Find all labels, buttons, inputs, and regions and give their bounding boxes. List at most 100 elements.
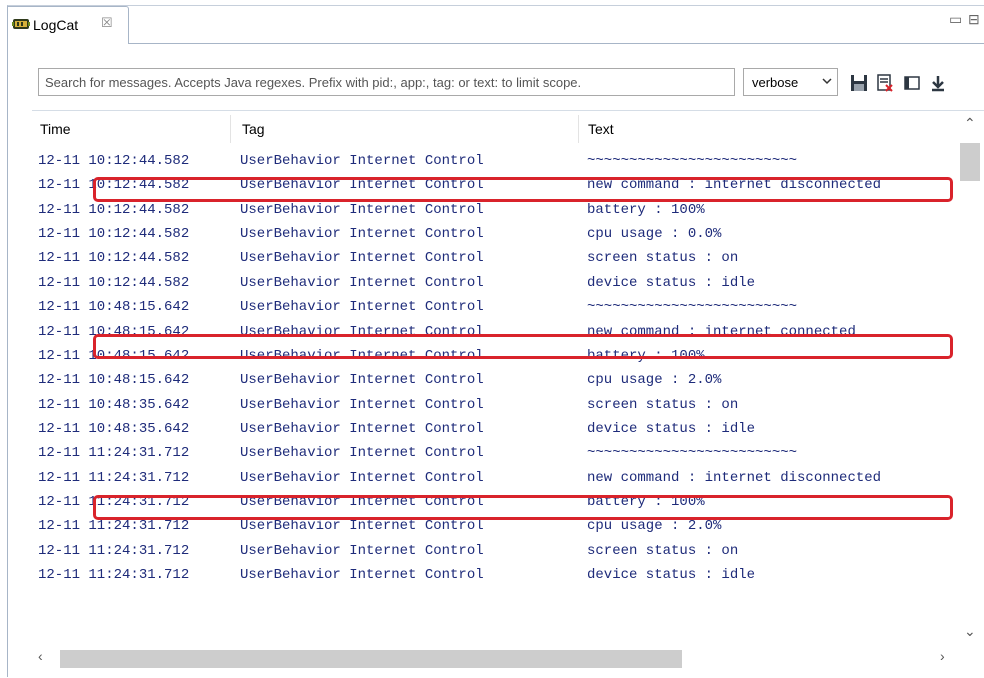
cell-text: battery : 100% xyxy=(587,494,705,511)
cell-tag: UserBehavior Internet Control xyxy=(240,494,484,511)
cell-time: 12-11 11:24:31.712 xyxy=(38,518,190,535)
column-header-tag[interactable]: Tag xyxy=(242,121,265,137)
cell-time: 12-11 11:24:31.712 xyxy=(38,469,190,486)
cell-time: 12-11 11:24:31.712 xyxy=(38,542,190,559)
cell-text: ~~~~~~~~~~~~~~~~~~~~~~~~~ xyxy=(587,299,798,316)
cell-text: new command : internet disconnected xyxy=(587,469,882,486)
table-row[interactable]: 12-11 10:12:44.582 UserBehavior Internet … xyxy=(32,271,957,295)
cell-tag: UserBehavior Internet Control xyxy=(240,542,484,559)
cell-text: device status : idle xyxy=(587,420,756,437)
table-row[interactable]: 12-11 10:12:44.582 UserBehavior Internet … xyxy=(32,173,957,197)
log-rows: 12-11 10:12:44.582 UserBehavior Internet … xyxy=(32,149,957,587)
cell-time: 12-11 10:48:15.642 xyxy=(38,372,190,389)
table-header: Time Tag Text xyxy=(32,111,957,147)
cell-text: cpu usage : 0.0% xyxy=(587,226,722,243)
cell-text: screen status : on xyxy=(587,250,739,267)
cell-text: new command : internet connected xyxy=(587,323,856,340)
table-row[interactable]: 12-11 10:48:15.642 UserBehavior Internet … xyxy=(32,368,957,392)
scroll-left-icon[interactable]: ‹ xyxy=(38,648,43,664)
cell-time: 12-11 10:12:44.582 xyxy=(38,274,190,291)
table-row[interactable]: 12-11 10:12:44.582 UserBehavior Internet … xyxy=(32,198,957,222)
minimize-icon[interactable]: ▭ xyxy=(949,12,962,26)
vertical-scroll-thumb[interactable] xyxy=(960,143,980,181)
toolbar: Search for messages. Accepts Java regexe… xyxy=(8,44,984,110)
save-icon[interactable] xyxy=(850,74,868,92)
scroll-lock-icon[interactable] xyxy=(929,74,947,92)
cell-tag: UserBehavior Internet Control xyxy=(240,347,484,364)
cell-tag: UserBehavior Internet Control xyxy=(240,250,484,267)
cell-time: 12-11 10:48:35.642 xyxy=(38,396,190,413)
search-input[interactable]: Search for messages. Accepts Java regexe… xyxy=(38,68,735,96)
cell-text: device status : idle xyxy=(587,567,756,584)
table-row[interactable]: 12-11 10:48:15.642 UserBehavior Internet … xyxy=(32,295,957,319)
cell-tag: UserBehavior Internet Control xyxy=(240,420,484,437)
table-row[interactable]: 12-11 11:24:31.712 UserBehavior Internet … xyxy=(32,466,957,490)
table-row[interactable]: 12-11 11:24:31.712 UserBehavior Internet … xyxy=(32,539,957,563)
cell-text: screen status : on xyxy=(587,396,739,413)
cell-text: cpu usage : 2.0% xyxy=(587,372,722,389)
cell-tag: UserBehavior Internet Control xyxy=(240,323,484,340)
cell-tag: UserBehavior Internet Control xyxy=(240,396,484,413)
cell-time: 12-11 11:24:31.712 xyxy=(38,494,190,511)
tab-title: LogCat xyxy=(33,17,79,33)
cell-tag: UserBehavior Internet Control xyxy=(240,567,484,584)
cell-text: device status : idle xyxy=(587,274,756,291)
horizontal-scroll-thumb[interactable] xyxy=(60,650,682,668)
cell-time: 12-11 10:48:15.642 xyxy=(38,299,190,316)
table-row[interactable]: 12-11 10:12:44.582 UserBehavior Internet … xyxy=(32,149,957,173)
cell-text: screen status : on xyxy=(587,542,739,559)
log-level-select[interactable]: verbose xyxy=(743,68,838,96)
cell-tag: UserBehavior Internet Control xyxy=(240,469,484,486)
cell-time: 12-11 11:24:31.712 xyxy=(38,567,190,584)
table-row[interactable]: 12-11 10:48:15.642 UserBehavior Internet … xyxy=(32,320,957,344)
table-row[interactable]: 12-11 10:12:44.582 UserBehavior Internet … xyxy=(32,222,957,246)
logcat-icon xyxy=(12,19,30,29)
table-row[interactable]: 12-11 10:48:35.642 UserBehavior Internet … xyxy=(32,417,957,441)
log-table: Time Tag Text 12-11 10:12:44.582 UserBeha… xyxy=(32,110,984,678)
table-row[interactable]: 12-11 10:48:15.642 UserBehavior Internet … xyxy=(32,344,957,368)
table-row[interactable]: 12-11 10:12:44.582 UserBehavior Internet … xyxy=(32,246,957,270)
scroll-down-icon[interactable]: ⌄ xyxy=(964,623,976,640)
cell-tag: UserBehavior Internet Control xyxy=(240,274,484,291)
vertical-scrollbar[interactable] xyxy=(959,111,983,644)
maximize-icon[interactable]: ⊟ xyxy=(968,12,980,26)
cell-time: 12-11 10:48:15.642 xyxy=(38,347,190,364)
cell-tag: UserBehavior Internet Control xyxy=(240,518,484,535)
cell-tag: UserBehavior Internet Control xyxy=(240,445,484,462)
chevron-down-icon xyxy=(822,78,832,85)
cell-text: battery : 100% xyxy=(587,347,705,364)
cell-text: ~~~~~~~~~~~~~~~~~~~~~~~~~ xyxy=(587,445,798,462)
cell-time: 12-11 10:48:15.642 xyxy=(38,323,190,340)
cell-tag: UserBehavior Internet Control xyxy=(240,226,484,243)
table-row[interactable]: 12-11 10:48:35.642 UserBehavior Internet … xyxy=(32,393,957,417)
logcat-view: LogCat ☒ ▭ ⊟ Search for messages. Accept… xyxy=(7,5,984,677)
cell-text: battery : 100% xyxy=(587,201,705,218)
cell-time: 12-11 10:12:44.582 xyxy=(38,153,190,169)
table-row[interactable]: 12-11 11:24:31.712 UserBehavior Internet … xyxy=(32,441,957,465)
cell-text: ~~~~~~~~~~~~~~~~~~~~~~~~~ xyxy=(587,153,798,169)
cell-text: cpu usage : 2.0% xyxy=(587,518,722,535)
tab-logcat[interactable]: LogCat ☒ xyxy=(7,6,129,44)
clear-log-icon[interactable] xyxy=(876,74,894,92)
column-header-text[interactable]: Text xyxy=(588,121,614,137)
column-header-time[interactable]: Time xyxy=(40,121,71,137)
cell-tag: UserBehavior Internet Control xyxy=(240,372,484,389)
table-row[interactable]: 12-11 11:24:31.712 UserBehavior Internet … xyxy=(32,490,957,514)
scroll-up-icon[interactable]: ⌃ xyxy=(964,115,976,132)
scroll-right-icon[interactable]: › xyxy=(940,648,945,664)
table-row[interactable]: 12-11 11:24:31.712 UserBehavior Internet … xyxy=(32,514,957,538)
log-level-value: verbose xyxy=(752,75,799,90)
cell-tag: UserBehavior Internet Control xyxy=(240,153,484,169)
cell-time: 12-11 10:12:44.582 xyxy=(38,250,190,267)
table-row[interactable]: 12-11 11:24:31.712 UserBehavior Internet … xyxy=(32,563,957,587)
cell-time: 12-11 10:12:44.582 xyxy=(38,177,190,194)
toggle-panel-icon[interactable] xyxy=(903,74,921,92)
cell-tag: UserBehavior Internet Control xyxy=(240,299,484,316)
cell-tag: UserBehavior Internet Control xyxy=(240,177,484,194)
cell-time: 12-11 10:12:44.582 xyxy=(38,226,190,243)
tab-bar: LogCat ☒ ▭ ⊟ xyxy=(7,6,984,44)
close-icon[interactable]: ☒ xyxy=(101,15,113,31)
search-placeholder: Search for messages. Accepts Java regexe… xyxy=(45,75,582,90)
cell-text: new command : internet disconnected xyxy=(587,177,882,194)
cell-tag: UserBehavior Internet Control xyxy=(240,201,484,218)
